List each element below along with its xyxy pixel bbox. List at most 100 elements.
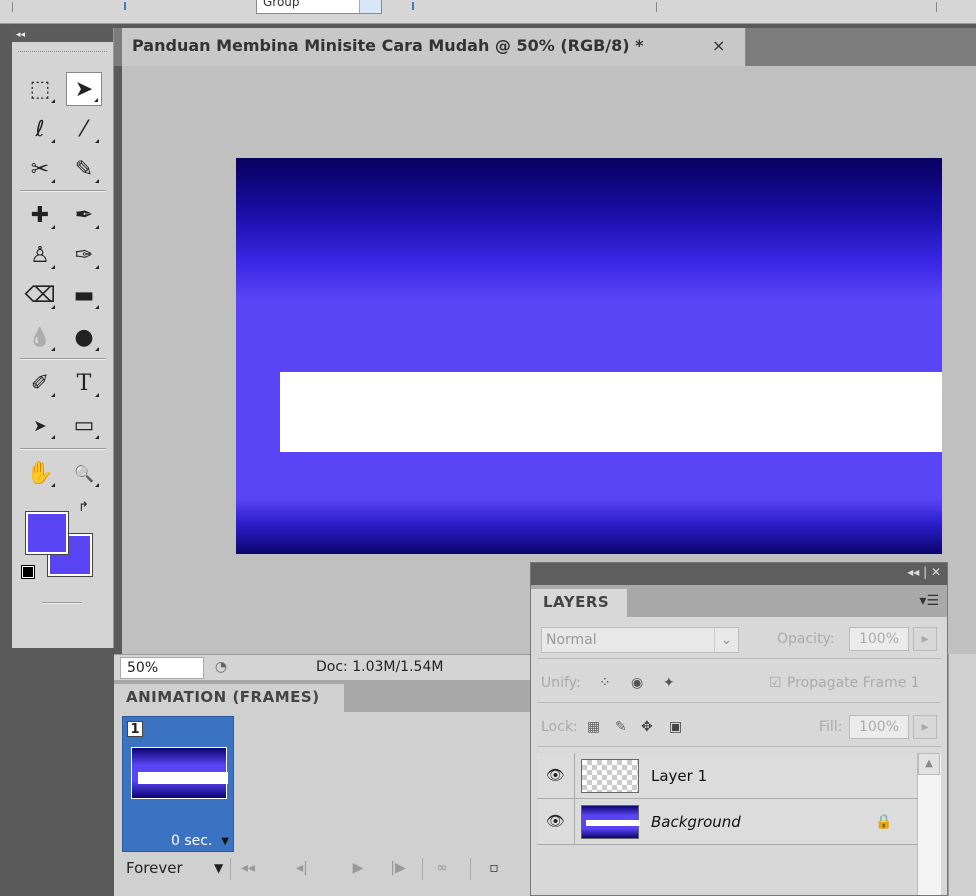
zoom-input[interactable]: 50% [120,657,204,679]
control-divider [230,858,231,880]
options-bar: Group [0,0,976,24]
close-icon[interactable]: × [712,28,725,64]
blur-tool[interactable]: 💧 [22,320,58,354]
animation-panel-tab[interactable]: ANIMATION (FRAMES) [114,684,344,712]
chevron-down-icon[interactable]: ⌄ [714,628,738,652]
panel-menu-icon[interactable]: ▾☰ [919,593,939,609]
path-selection-tool[interactable]: ➤ [22,408,58,442]
shape-tool[interactable]: ▭ [66,408,102,442]
hand-tool[interactable]: ✋ [22,456,58,490]
eye-icon[interactable]: 👁 [537,799,575,845]
hand-icon: ✋ [26,460,54,486]
propagate-checkbox[interactable]: ☑ [769,663,782,703]
brush-icon: ✒ [74,202,94,228]
default-colors-icon[interactable] [21,565,35,579]
tween-icon[interactable]: ∞ [428,858,456,878]
toolbox-grip[interactable] [18,44,107,52]
doc-size-info: Doc: 1.03M/1.54M [316,659,444,675]
options-divider [12,2,13,12]
foreground-color-swatch[interactable] [25,511,69,555]
pen-tool[interactable]: ✐ [22,366,58,400]
opacity-input[interactable]: 100% [849,627,909,651]
brush-tool[interactable]: ✒ [66,198,102,232]
chevron-down-icon[interactable]: ▼ [214,856,223,880]
eraser-tool[interactable]: ⌫ [22,278,58,312]
chevron-down-icon[interactable]: ▼ [221,836,229,847]
layer-name[interactable]: Layer 1 [651,753,707,799]
layers-panel-tabs: LAYERS ▾☰ [531,585,947,617]
unify-position-icon[interactable]: ⁘ [599,663,611,703]
move-tool[interactable]: ➤ [66,72,102,106]
document-tab-bar: Panduan Membina Minisite Cara Mudah @ 50… [114,28,976,66]
history-brush-tool[interactable]: ✑ [66,238,102,272]
healing-brush-tool[interactable]: ✚ [22,198,58,232]
lock-pixels-icon[interactable]: ✎ [615,707,627,747]
toolbox-collapse-button[interactable]: ◂◂ [12,28,113,42]
crop-icon: ✂ [30,156,50,182]
control-divider [470,858,471,880]
scroll-up-icon[interactable]: ▲ [918,753,940,775]
status-menu-icon[interactable]: ◔ [210,659,232,677]
document-canvas[interactable] [236,158,942,554]
document-tab[interactable]: Panduan Membina Minisite Cara Mudah @ 50… [122,28,746,66]
opacity-slider-button[interactable]: ▸ [913,627,937,651]
eyedropper-tool[interactable]: ✎ [66,152,102,186]
unify-visibility-icon[interactable]: ◉ [631,663,643,703]
eyedropper-icon: ✎ [74,156,94,182]
quick-mask-toggle[interactable] [42,602,82,604]
layer-name[interactable]: Background [651,799,741,845]
stamp-icon: ♙ [30,242,50,268]
marquee-icon: ⬚ [29,76,51,102]
chevron-down-icon[interactable] [359,0,381,13]
lock-transparency-icon[interactable]: ▦ [587,707,600,747]
previous-frame-icon[interactable]: ◂| [288,858,316,878]
fill-slider-button[interactable]: ▸ [913,715,937,739]
tool-separator [20,358,106,360]
play-icon[interactable]: ▶ [344,858,372,878]
toolbox: ◂◂ ⬚ ➤ ℓ ⁄ ✂ ✎ ✚ ✒ ♙ ✑ ⌫ ▬ 💧 ● ✐ T ➤ ▭ ✋… [12,28,114,648]
group-select[interactable]: Group [256,0,382,14]
animation-frame[interactable]: 1 0 sec. ▼ [122,716,234,852]
swap-colors-icon[interactable]: ↱ [78,500,89,515]
layer-thumbnail [581,805,640,839]
layer-row[interactable]: 👁 Background 🔒 [537,799,917,845]
layers-scrollbar[interactable]: ▲ [917,753,941,895]
dodge-tool[interactable]: ● [66,320,102,354]
crop-tool[interactable]: ✂ [22,152,58,186]
next-frame-icon[interactable]: |▶ [384,858,412,878]
lock-all-icon[interactable]: ▣ [669,707,682,747]
frame-delay[interactable]: 0 sec. [171,833,212,849]
blend-row: Normal ⌄ Opacity: 100% ▸ [537,619,941,659]
type-icon: T [76,370,92,396]
duplicate-frame-icon[interactable]: ▫ [480,858,508,878]
options-marker [412,2,414,10]
layers-panel-titlebar[interactable]: ◂◂ | ✕ [531,563,947,585]
panel-collapse-close-icon[interactable]: ◂◂ | ✕ [907,565,941,579]
healing-brush-icon: ✚ [30,202,50,228]
type-tool[interactable]: T [66,366,102,400]
first-frame-icon[interactable]: ◂◂ [234,858,262,878]
lasso-tool[interactable]: ℓ [22,112,58,146]
blend-mode-select[interactable]: Normal ⌄ [541,627,739,653]
lock-position-icon[interactable]: ✥ [641,707,653,747]
eye-icon[interactable]: 👁 [537,753,575,799]
layer-row[interactable]: 👁 Layer 1 [537,753,917,799]
stamp-tool[interactable]: ♙ [22,238,58,272]
magic-wand-tool[interactable]: ⁄ [66,112,102,146]
frame-thumbnail [131,747,228,799]
gradient-icon: ▬ [73,282,95,308]
unify-style-icon[interactable]: ✦ [663,663,675,703]
dodge-icon: ● [74,324,94,350]
right-panel-edge [948,654,976,896]
options-divider [936,2,937,12]
pen-icon: ✐ [30,370,50,396]
marquee-tool[interactable]: ⬚ [22,72,58,106]
gradient-tool[interactable]: ▬ [66,278,102,312]
animation-controls: Forever ▼ ◂◂ ◂| ▶ |▶ ∞ ▫ [122,856,502,882]
group-select-value: Group [263,0,300,9]
loop-select[interactable]: Forever [126,856,183,880]
zoom-tool[interactable]: 🔍 [66,456,102,490]
fill-input[interactable]: 100% [849,715,909,739]
layers-tab[interactable]: LAYERS [531,589,627,617]
document-title: Panduan Membina Minisite Cara Mudah @ 50… [132,36,644,55]
